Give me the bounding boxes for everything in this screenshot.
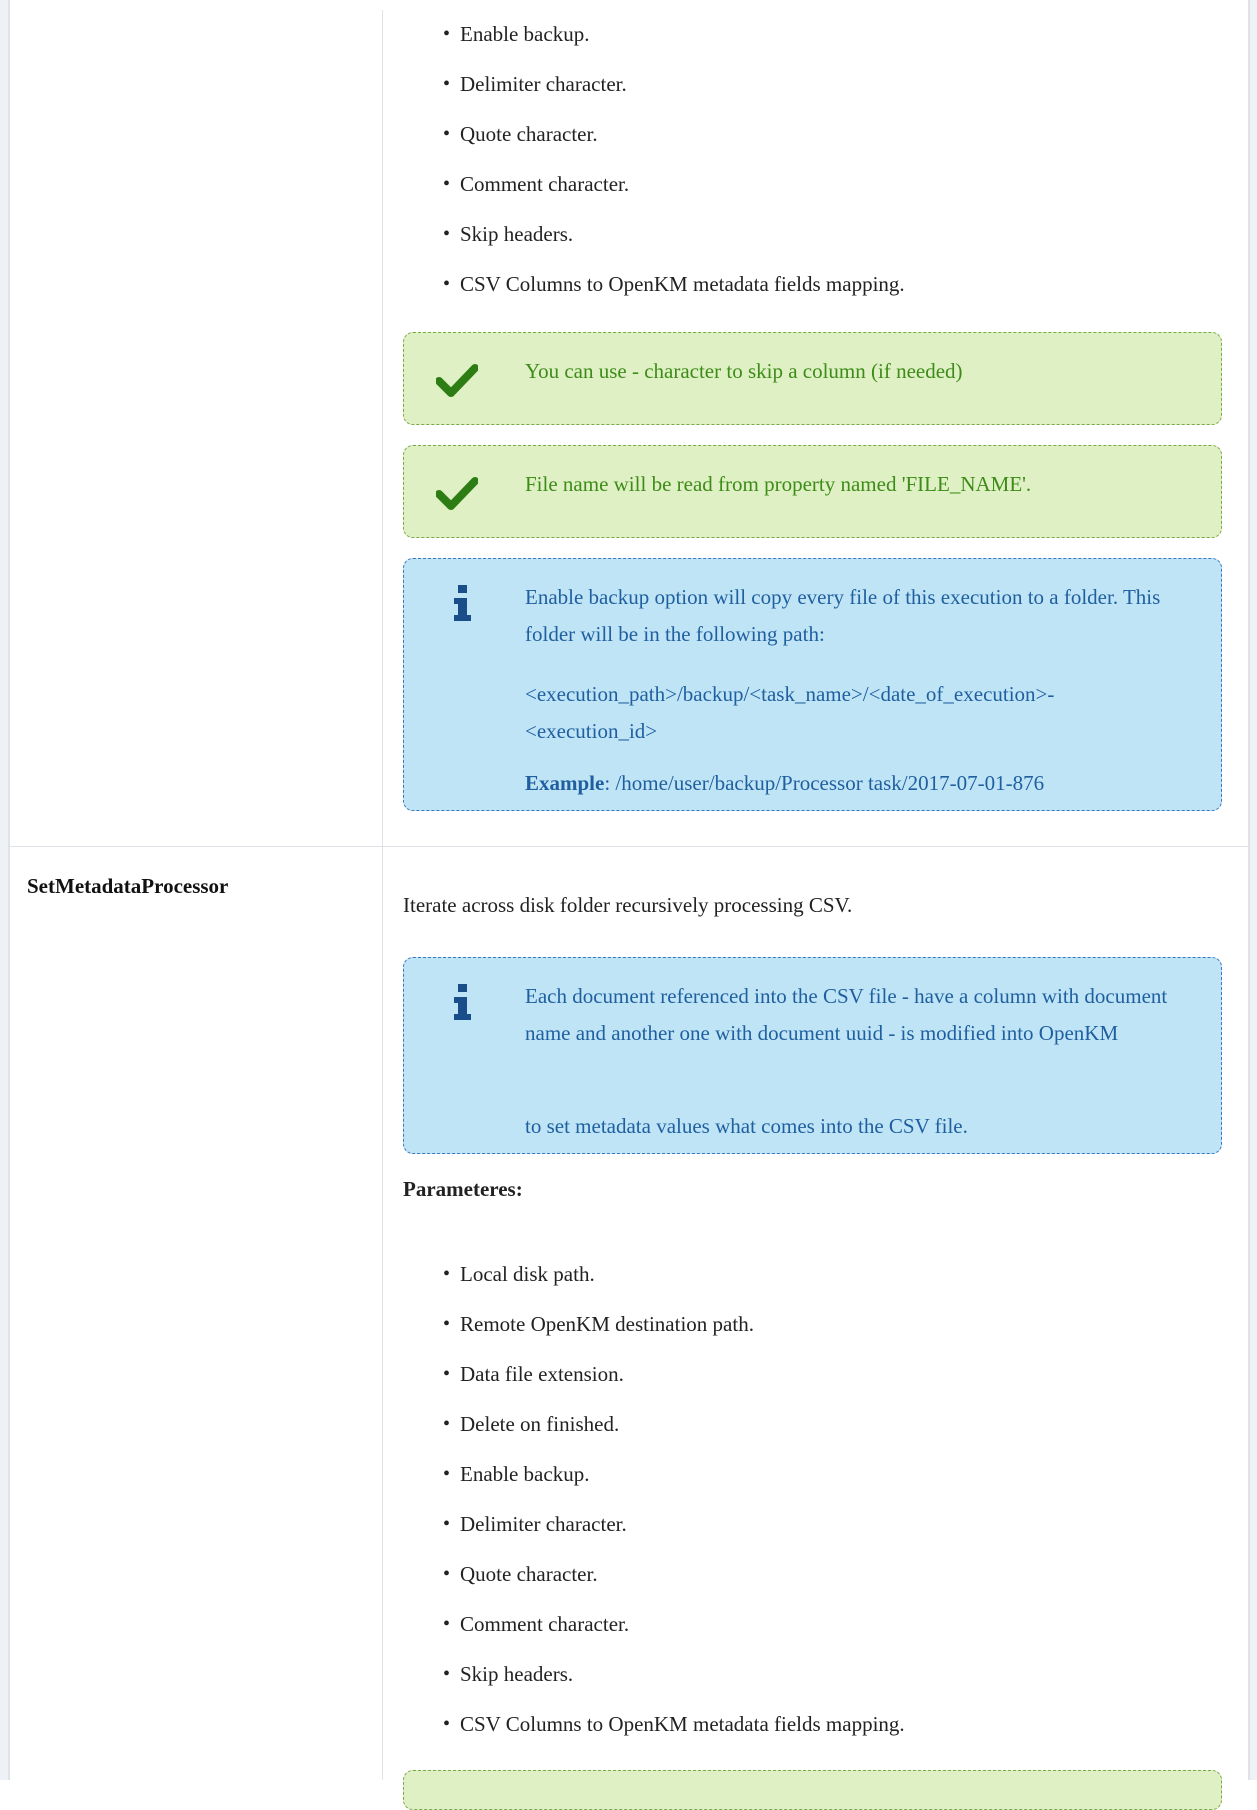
- success-note-text: File name will be read from property nam…: [525, 472, 1032, 496]
- check-icon: [435, 476, 479, 516]
- list-item: CSV Columns to OpenKM metadata fields ma…: [443, 270, 905, 320]
- top-param-list: Enable backup. Delimiter character. Quot…: [443, 20, 905, 320]
- table-left-border: [8, 0, 9, 1780]
- info-note: Enable backup option will copy every fil…: [403, 558, 1222, 811]
- param-list: Local disk path. Remote OpenKM destinati…: [443, 1260, 905, 1760]
- list-item: Data file extension.: [443, 1360, 905, 1410]
- page-right-margin: [1250, 0, 1257, 1780]
- example-value: : /home/user/backup/Processor task/2017-…: [604, 771, 1045, 795]
- list-item: Remote OpenKM destination path.: [443, 1310, 905, 1360]
- params-title: Parameteres:: [403, 1177, 523, 1201]
- table-column-divider: [382, 10, 383, 1780]
- info-icon: [452, 585, 472, 627]
- list-item: Enable backup.: [443, 20, 905, 70]
- list-item: Skip headers.: [443, 220, 905, 270]
- success-note: File name will be read from property nam…: [403, 445, 1222, 538]
- info-note-text: Each document referenced into the CSV fi…: [525, 984, 1168, 1045]
- table-row-divider: [8, 846, 1249, 847]
- example-label: Example: [525, 771, 605, 795]
- list-item: Delimiter character.: [443, 70, 905, 120]
- list-item: Comment character.: [443, 1610, 905, 1660]
- info-note-text: Enable backup option will copy every fil…: [525, 585, 1161, 646]
- list-item: CSV Columns to OpenKM metadata fields ma…: [443, 1710, 905, 1760]
- list-item: Quote character.: [443, 120, 905, 170]
- success-note: You can use - character to skip a column…: [403, 332, 1222, 425]
- list-item: Delimiter character.: [443, 1510, 905, 1560]
- list-item: Local disk path.: [443, 1260, 905, 1310]
- list-item: Skip headers.: [443, 1660, 905, 1710]
- info-note-example: Example: /home/user/backup/Processor tas…: [525, 765, 1181, 802]
- info-note: Each document referenced into the CSV fi…: [403, 957, 1222, 1154]
- info-note-text: to set metadata values what comes into t…: [525, 1114, 968, 1138]
- row-description: Iterate across disk folder recursively p…: [403, 893, 853, 917]
- list-item: Quote character.: [443, 1560, 905, 1610]
- row-label: SetMetadataProcessor: [27, 874, 229, 898]
- list-item: Comment character.: [443, 170, 905, 220]
- check-icon: [435, 363, 479, 403]
- info-icon: [452, 984, 472, 1026]
- list-item: Enable backup.: [443, 1460, 905, 1510]
- list-item: Delete on finished.: [443, 1410, 905, 1460]
- success-note-text: You can use - character to skip a column…: [525, 359, 963, 383]
- info-note-path: <execution_path>/backup/<task_name>/<dat…: [525, 682, 1055, 743]
- success-note-partial: [403, 1770, 1222, 1810]
